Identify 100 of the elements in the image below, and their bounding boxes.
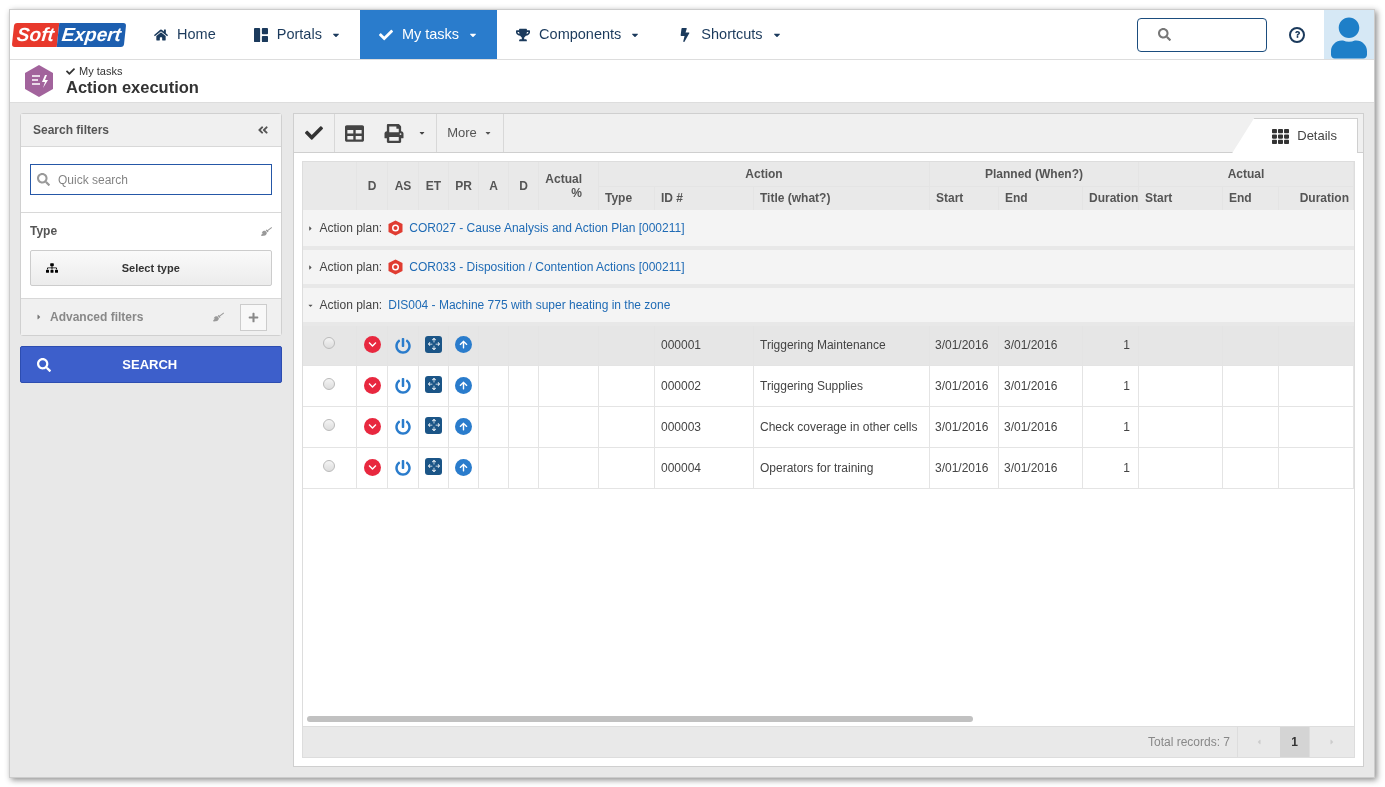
check-icon — [378, 27, 393, 42]
user-silhouette-icon — [1331, 17, 1367, 59]
table-cell: 000002 — [654, 365, 754, 406]
table-cell: 3/01/2016 — [998, 406, 1083, 447]
table-icon — [1272, 127, 1290, 145]
arrow-up-icon[interactable] — [455, 376, 472, 394]
table-cell: Triggering Supplies — [753, 365, 930, 406]
table-cell: 3/01/2016 — [929, 447, 999, 488]
move-icon[interactable] — [425, 375, 442, 393]
select-type-button[interactable]: Select type — [30, 250, 272, 286]
table-cell: Triggering Maintenance — [753, 324, 930, 365]
table-cell: 000004 — [654, 447, 754, 488]
caret-icon — [483, 129, 492, 137]
horizontal-scrollbar[interactable] — [306, 716, 973, 722]
radio-button[interactable] — [323, 377, 336, 390]
caret-icon[interactable] — [306, 224, 314, 232]
add-button[interactable] — [239, 303, 267, 331]
table-row[interactable]: 000002 Triggering Supplies 3/01/2016 3/01/2016 1 — [302, 365, 1354, 406]
radio-button[interactable] — [323, 418, 336, 431]
search-icon — [37, 173, 50, 186]
table-cell: 3/01/2016 — [929, 365, 999, 406]
caret-right-icon — [1328, 738, 1336, 746]
page-title: Action execution — [66, 79, 199, 96]
column-group-header: Planned (When?) — [929, 162, 1139, 186]
power-icon[interactable] — [395, 338, 411, 355]
radio-button[interactable] — [323, 459, 336, 472]
nav-tab[interactable]: My tasks — [359, 10, 498, 59]
search-field[interactable] — [1137, 17, 1267, 52]
column-group-header: Actual — [1138, 162, 1354, 186]
caret-icon — [418, 129, 426, 137]
group-label: Action plan: — [319, 259, 383, 276]
chevron-down-icon[interactable] — [363, 417, 381, 435]
table-row[interactable]: 000004 Operators for training 3/01/2016 3/01/2016 1 — [302, 447, 1354, 488]
caret-icon[interactable] — [306, 263, 314, 271]
grid-icon — [253, 27, 268, 42]
broom-icon[interactable] — [212, 310, 224, 324]
nav-tab[interactable]: Portals — [234, 10, 360, 59]
type-label: Type — [30, 223, 58, 240]
action-plan-link[interactable]: COR033 - Disposition / Contention Actions [000211] — [409, 258, 685, 276]
check-icon — [304, 124, 323, 142]
page-button[interactable]: 1 — [1280, 727, 1309, 757]
group-label: Action plan: — [319, 297, 383, 314]
table-row[interactable]: 000003 Check coverage in other cells 3/01/2016 3/01/2016 1 — [302, 406, 1354, 447]
chevron-down-icon[interactable] — [363, 376, 381, 394]
table-cell: 1 — [1082, 365, 1139, 406]
power-icon[interactable] — [395, 460, 411, 477]
panel-title: Search filters — [33, 122, 110, 139]
table-cell: 1 — [1082, 324, 1139, 365]
table-cell: 1 — [1082, 406, 1139, 447]
tree-icon — [46, 262, 58, 274]
nav-tab[interactable]: Components — [497, 10, 660, 59]
details-tab[interactable]: Details — [1232, 118, 1358, 153]
move-icon[interactable] — [425, 416, 442, 434]
radio-button[interactable] — [323, 337, 336, 350]
search-icon — [1158, 28, 1171, 41]
table-cell: 000001 — [654, 324, 754, 365]
table-cell: 000003 — [654, 406, 754, 447]
printer-icon — [384, 123, 404, 143]
action-plan-link[interactable]: COR027 - Cause Analysis and Action Plan [000211] — [409, 219, 685, 237]
arrow-up-icon[interactable] — [455, 458, 472, 476]
table-cell: 3/01/2016 — [929, 406, 999, 447]
chevron-down-icon[interactable] — [363, 336, 381, 354]
move-icon[interactable] — [425, 457, 442, 475]
question-mark-icon — [1293, 31, 1301, 38]
nav-tab[interactable]: Home — [135, 10, 235, 59]
table-cell: 3/01/2016 — [998, 447, 1083, 488]
table-icon — [345, 123, 364, 143]
table-cell: 3/01/2016 — [998, 324, 1083, 365]
hexagon-app-icon — [24, 64, 54, 98]
help-button[interactable] — [1289, 26, 1305, 43]
table-cell: 3/01/2016 — [998, 365, 1083, 406]
table-cell: Operators for training — [753, 447, 930, 488]
move-icon[interactable] — [425, 335, 442, 353]
breadcrumb[interactable]: My tasks — [79, 66, 123, 78]
total-records: Total records: 7 — [1147, 734, 1230, 751]
collapse-icon[interactable] — [256, 124, 269, 136]
table-row[interactable]: 000001 Triggering Maintenance 3/01/2016 3/01/2016 1 — [302, 324, 1354, 365]
power-icon[interactable] — [395, 419, 411, 436]
chevron-down-icon[interactable] — [363, 458, 381, 476]
arrow-up-icon[interactable] — [455, 417, 472, 435]
plus-icon — [247, 311, 259, 323]
quick-search-field[interactable]: Quick search — [30, 164, 272, 195]
column-group-header: Action — [598, 162, 930, 186]
action-plan-link[interactable]: DIS004 - Machine 775 with super heating in the zone — [388, 296, 671, 314]
table-cell: 3/01/2016 — [929, 324, 999, 365]
nav-tab[interactable]: Shortcuts — [659, 10, 801, 59]
power-icon[interactable] — [395, 378, 411, 395]
check-icon — [66, 67, 75, 77]
more-button[interactable]: More — [436, 114, 504, 152]
search-icon — [37, 357, 51, 372]
broom-icon[interactable] — [260, 224, 272, 238]
user-avatar[interactable] — [1324, 10, 1374, 59]
group-label: Action plan: — [319, 220, 383, 237]
table-cell: Check coverage in other cells — [753, 406, 930, 447]
trophy-icon — [516, 27, 531, 42]
arrow-up-icon[interactable] — [455, 336, 472, 354]
search-button[interactable]: SEARCH — [20, 346, 282, 383]
home-icon — [154, 27, 169, 42]
caret-left-icon — [1255, 738, 1263, 746]
table-cell: 1 — [1082, 447, 1139, 488]
